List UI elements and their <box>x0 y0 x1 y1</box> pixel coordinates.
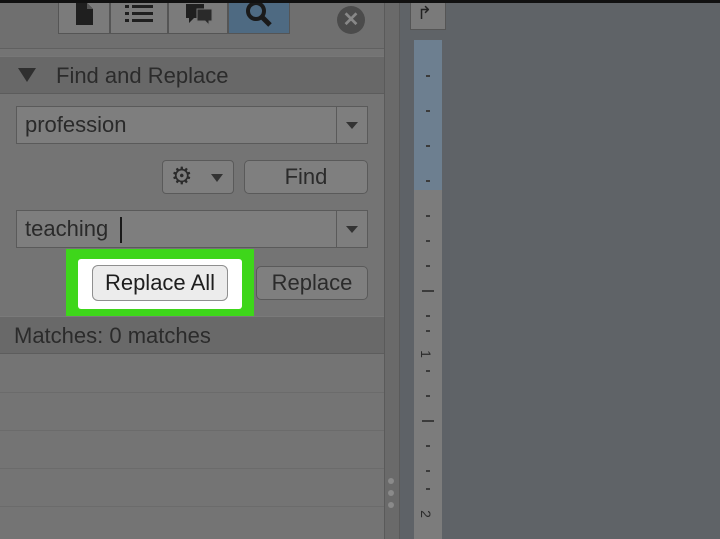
tab-comments[interactable] <box>168 0 228 34</box>
list-icon <box>125 5 153 22</box>
find-history-dropdown[interactable] <box>336 107 367 143</box>
sidebar-resize-handle[interactable] <box>384 0 400 539</box>
vertical-ruler[interactable]: 1 2 <box>414 40 442 539</box>
tab-stop-icon: ↱ <box>417 3 433 23</box>
document-icon <box>76 3 93 25</box>
results-row-divider <box>0 468 384 469</box>
close-sidebar-button[interactable]: ✕ <box>337 6 365 34</box>
chevron-down-icon <box>211 174 223 182</box>
disclosure-triangle-icon[interactable] <box>18 68 36 82</box>
replace-history-dropdown[interactable] <box>336 211 367 247</box>
replace-field[interactable]: teaching <box>16 210 368 248</box>
replace-button[interactable]: Replace <box>256 266 368 300</box>
tab-outline[interactable] <box>110 0 168 34</box>
options-menu-button[interactable]: ⚙ <box>162 160 234 194</box>
sidebar-panel: ✕ Find and Replace profession ⚙ Find tea… <box>0 0 384 539</box>
tab-search[interactable] <box>228 0 290 34</box>
search-icon <box>246 1 272 27</box>
gear-icon: ⚙ <box>171 163 193 190</box>
chevron-down-icon <box>346 226 358 233</box>
tab-document[interactable] <box>58 0 110 34</box>
ruler-unit-button[interactable]: ↱ <box>410 0 446 30</box>
replace-all-button[interactable]: Replace All <box>92 265 228 301</box>
find-button[interactable]: Find <box>244 160 368 194</box>
drag-handle-icon <box>388 478 396 514</box>
comments-icon <box>186 4 213 27</box>
ruler-label: 2 <box>417 510 434 518</box>
document-top-bar <box>400 0 720 40</box>
sidebar-toolbar: ✕ <box>0 0 384 49</box>
ruler-margin-area <box>414 40 442 190</box>
replace-all-wrapper: Replace All <box>78 259 242 309</box>
matches-status: Matches: 0 matches <box>0 316 384 354</box>
section-title: Find and Replace <box>56 63 229 88</box>
find-replace-header[interactable]: Find and Replace <box>0 56 384 94</box>
close-icon: ✕ <box>342 9 360 31</box>
ruler-label: 1 <box>417 350 434 358</box>
find-field-value: profession <box>25 112 127 137</box>
results-row-divider <box>0 506 384 507</box>
text-cursor <box>120 217 122 243</box>
document-canvas[interactable] <box>450 40 720 539</box>
replace-field-value: teaching <box>25 216 109 241</box>
matches-text: Matches: 0 matches <box>14 323 211 348</box>
results-row-divider <box>0 430 384 431</box>
chevron-down-icon <box>346 122 358 129</box>
find-field[interactable]: profession <box>16 106 368 144</box>
window-top-edge <box>0 0 720 3</box>
results-row-divider <box>0 392 384 393</box>
